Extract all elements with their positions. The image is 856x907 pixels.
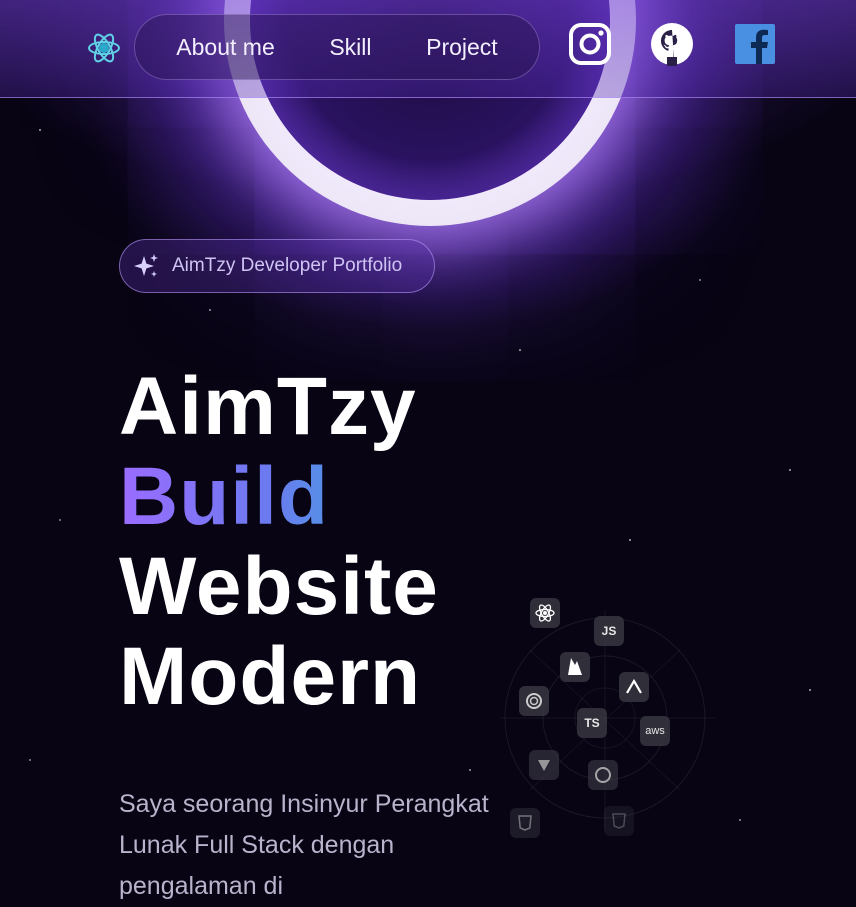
vite-icon [529, 750, 559, 780]
vercel-caret-icon [619, 672, 649, 702]
nav-project[interactable]: Project [426, 34, 498, 61]
hero-heading: AimTzy Build Website Modern [119, 362, 439, 722]
hero-line-1: AimTzy [119, 361, 417, 452]
hero-line-3: Website [119, 541, 439, 632]
portfolio-badge: AimTzy Developer Portfolio [119, 239, 435, 293]
tech-stack-graphic: JS TS aws [490, 590, 730, 850]
nav-about-me[interactable]: About me [176, 34, 274, 61]
instagram-icon[interactable] [568, 22, 612, 66]
nav-menu: About me Skill Project [134, 14, 540, 80]
badge-label: AimTzy Developer Portfolio [172, 255, 403, 276]
firebase-icon [560, 652, 590, 682]
hero-line-4: Modern [119, 631, 422, 722]
typescript-icon: TS [577, 708, 607, 738]
hero-description: Saya seorang Insinyur Perangkat Lunak Fu… [119, 790, 489, 900]
github-small-icon [588, 760, 618, 790]
react-icon [530, 598, 560, 628]
nav-skill[interactable]: Skill [329, 34, 371, 61]
javascript-icon: JS [594, 616, 624, 646]
hero-line-2: Build [119, 452, 439, 542]
facebook-icon[interactable] [733, 22, 777, 66]
sparkles-icon [134, 254, 158, 277]
atom-logo-icon[interactable] [86, 30, 122, 66]
css3-icon [510, 808, 540, 838]
aws-icon: aws [640, 716, 670, 746]
html5-icon [604, 806, 634, 836]
openai-icon [519, 686, 549, 716]
github-icon[interactable] [650, 22, 694, 66]
